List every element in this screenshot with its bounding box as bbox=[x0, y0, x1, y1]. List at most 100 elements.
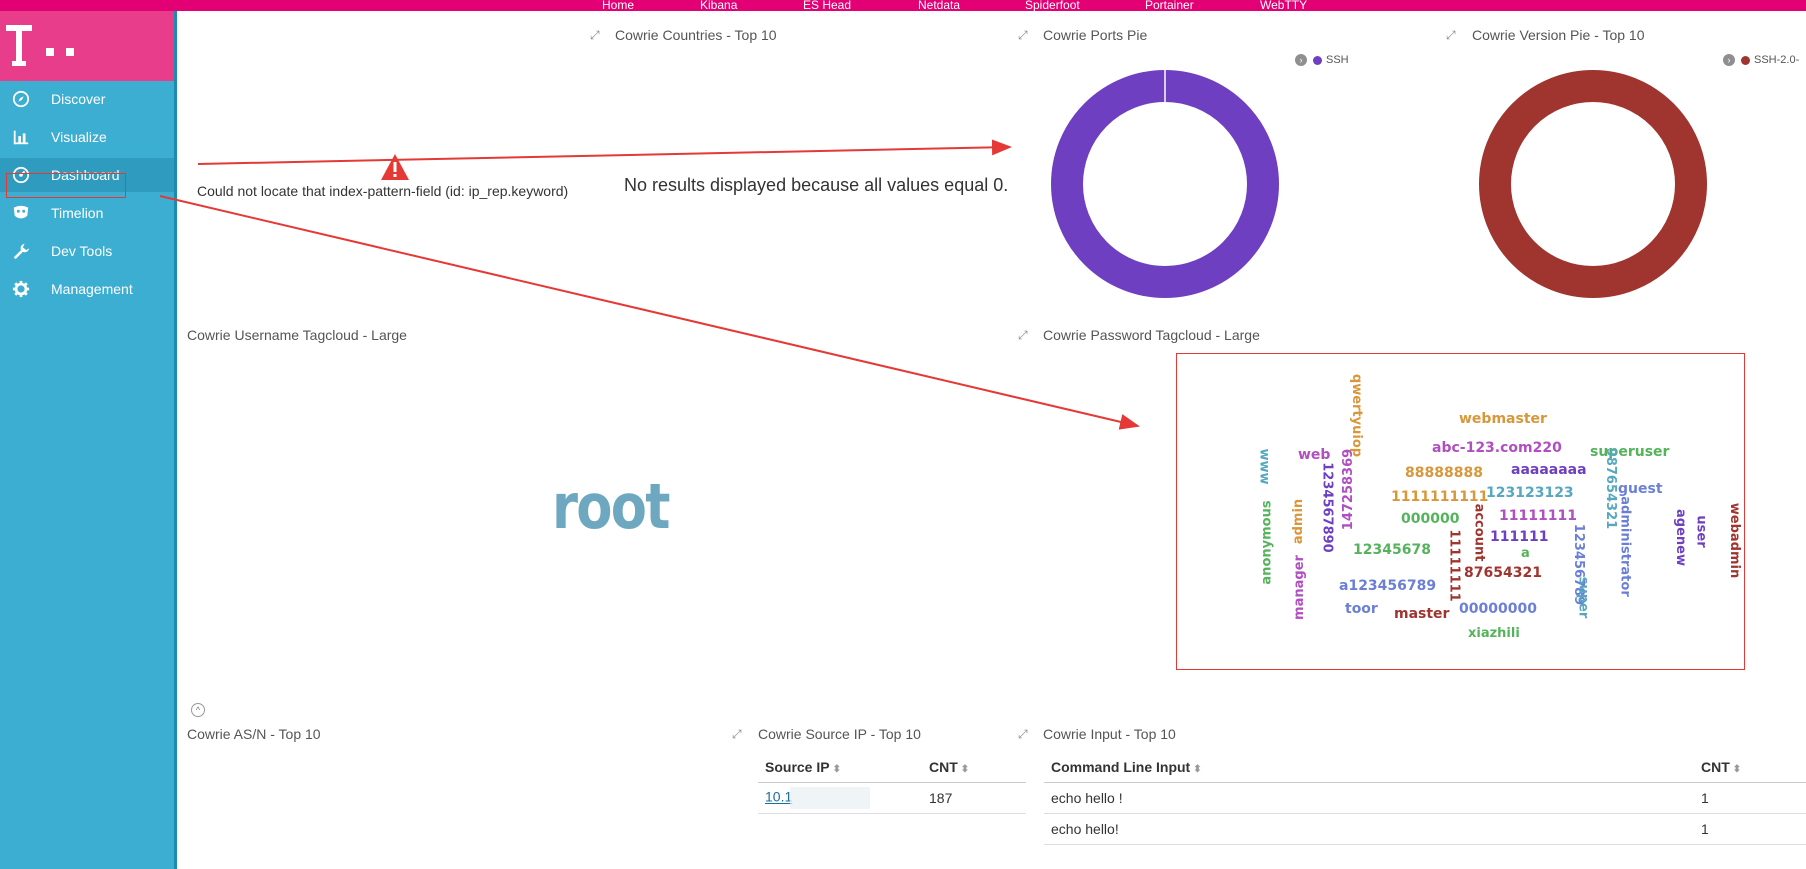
version-donut-chart bbox=[1479, 70, 1707, 298]
nav-webtty[interactable]: WebTTY bbox=[1260, 0, 1307, 12]
nav-es-head[interactable]: ES Head bbox=[803, 0, 851, 12]
collapse-toggle-icon[interactable]: ^ bbox=[191, 703, 205, 717]
table-header-row: Source IP ⬍ CNT ⬍ bbox=[758, 752, 1026, 783]
tagcloud-word[interactable]: 987654321 bbox=[1603, 448, 1618, 529]
panel-title-ports: Cowrie Ports Pie bbox=[1043, 27, 1148, 43]
tagcloud-word[interactable]: 000000 bbox=[1401, 511, 1459, 527]
tagcloud-word[interactable]: a123456789 bbox=[1339, 578, 1436, 594]
expand-icon[interactable]: ⤢ bbox=[1018, 727, 1028, 742]
column-header-source-ip[interactable]: Source IP ⬍ bbox=[758, 752, 922, 783]
tagcloud-word[interactable]: 123123123 bbox=[1486, 485, 1574, 501]
table-cell-cnt: 187 bbox=[922, 782, 1026, 814]
legend-toggle-icon[interactable]: › bbox=[1723, 54, 1735, 66]
nav-kibana[interactable]: Kibana bbox=[700, 0, 737, 12]
source-ip-link[interactable]: 10.1 bbox=[765, 789, 792, 805]
top-nav: Home Kibana ES Head Netdata Spiderfoot P… bbox=[0, 0, 1806, 12]
tagcloud-word[interactable]: abc-123.com220 bbox=[1432, 440, 1562, 456]
table-cell-cnt: 1 bbox=[1694, 782, 1806, 814]
telekom-t-logo bbox=[6, 25, 32, 69]
dashboard-highlight-box bbox=[6, 173, 126, 198]
tagcloud-word[interactable]: web bbox=[1298, 447, 1330, 463]
annotation-arrow bbox=[159, 195, 1140, 430]
tagcloud-word[interactable]: toor bbox=[1345, 601, 1378, 617]
tagcloud-word[interactable]: 00000000 bbox=[1459, 601, 1537, 617]
sort-icon: ⬍ bbox=[832, 764, 841, 775]
column-header-cnt[interactable]: CNT ⬍ bbox=[1694, 752, 1806, 783]
legend-swatch bbox=[1741, 55, 1750, 65]
expand-icon[interactable]: ⤢ bbox=[1018, 28, 1028, 43]
table-cell-command: echo hello ! bbox=[1044, 782, 1694, 814]
column-header-cnt[interactable]: CNT ⬍ bbox=[922, 752, 1026, 783]
tagcloud-word[interactable]: webadmin bbox=[1727, 503, 1742, 578]
tagcloud-word[interactable]: super bbox=[1575, 577, 1590, 619]
tagcloud-word[interactable]: account bbox=[1471, 504, 1486, 562]
tagcloud-word[interactable]: superuser bbox=[1590, 444, 1669, 460]
legend-label: SSH bbox=[1326, 54, 1349, 66]
nav-spiderfoot[interactable]: Spiderfoot bbox=[1025, 0, 1080, 12]
expand-icon[interactable]: ⤢ bbox=[732, 727, 742, 742]
sort-icon: ⬍ bbox=[960, 764, 970, 775]
tagcloud-word[interactable]: xiazhili bbox=[1468, 626, 1520, 641]
tagcloud-word[interactable]: www bbox=[1257, 448, 1272, 484]
table-row: echo hello! 1 bbox=[1044, 813, 1806, 845]
tagcloud-word[interactable]: qwertyuiop bbox=[1349, 374, 1364, 457]
tagcloud-word[interactable]: 147258369 bbox=[1341, 449, 1356, 530]
version-legend[interactable]: › SSH-2.0- bbox=[1723, 54, 1799, 66]
legend-toggle-icon[interactable]: › bbox=[1295, 54, 1307, 66]
tagcloud-word[interactable]: 88888888 bbox=[1405, 465, 1483, 481]
table-row: echo hello ! 1 bbox=[1044, 782, 1806, 814]
tagcloud-word[interactable]: 11111111 bbox=[1447, 529, 1462, 601]
tagcloud-word[interactable]: administrator bbox=[1618, 496, 1633, 596]
sidebar-item-label: Visualize bbox=[51, 129, 107, 145]
table-cell-command: echo hello! bbox=[1044, 813, 1694, 845]
source-ip-table: Source IP ⬍ CNT ⬍ 10.1 187 bbox=[758, 752, 1026, 814]
tagcloud-word[interactable]: root bbox=[552, 470, 671, 543]
panel-title-input: Cowrie Input - Top 10 bbox=[1043, 726, 1176, 742]
panel-title-password: Cowrie Password Tagcloud - Large bbox=[1043, 327, 1260, 343]
nav-netdata[interactable]: Netdata bbox=[918, 0, 960, 12]
tagcloud-word[interactable]: anonymous bbox=[1260, 500, 1275, 584]
nav-portainer[interactable]: Portainer bbox=[1145, 0, 1194, 12]
compass-icon bbox=[11, 89, 31, 109]
table-cell-cnt: 1 bbox=[1694, 813, 1806, 845]
brand-logo[interactable] bbox=[0, 11, 174, 81]
tagcloud-word[interactable]: webmaster bbox=[1459, 411, 1547, 427]
tagcloud-word[interactable]: 11111111 bbox=[1499, 508, 1577, 524]
sidebar-item-dev-tools[interactable]: Dev Tools bbox=[0, 234, 174, 268]
ports-donut-chart bbox=[1051, 70, 1279, 298]
tagcloud-word[interactable]: aaaaaaaa bbox=[1511, 462, 1587, 478]
legend-swatch bbox=[1313, 55, 1322, 65]
tagcloud-word[interactable]: a bbox=[1521, 546, 1530, 561]
bar-chart-icon bbox=[11, 127, 31, 147]
tagcloud-word[interactable]: admin bbox=[1291, 499, 1306, 544]
tagcloud-word[interactable]: master bbox=[1394, 606, 1449, 622]
nav-home[interactable]: Home bbox=[602, 0, 634, 12]
sort-icon: ⬍ bbox=[1193, 764, 1202, 775]
gear-icon bbox=[11, 279, 31, 299]
tagcloud-word[interactable]: user bbox=[1694, 515, 1709, 547]
sidebar-item-discover[interactable]: Discover bbox=[0, 82, 174, 116]
tagcloud-word[interactable]: 111111 bbox=[1490, 529, 1548, 545]
sort-icon: ⬍ bbox=[1732, 764, 1742, 775]
sidebar-item-timelion[interactable]: Timelion bbox=[0, 196, 174, 230]
tagcloud-word[interactable]: agenew bbox=[1673, 509, 1688, 566]
wrench-icon bbox=[11, 241, 31, 261]
column-header-command[interactable]: Command Line Input ⬍ bbox=[1044, 752, 1694, 783]
ports-legend[interactable]: › SSH bbox=[1295, 54, 1349, 66]
tagcloud-word[interactable]: 12345678 bbox=[1353, 542, 1431, 558]
tagcloud-word[interactable]: manager bbox=[1292, 555, 1307, 620]
expand-icon[interactable]: ⤢ bbox=[1018, 328, 1028, 343]
table-header-row: Command Line Input ⬍ CNT ⬍ bbox=[1044, 752, 1806, 783]
panel-title-countries: Cowrie Countries - Top 10 bbox=[615, 27, 777, 43]
tagcloud-word[interactable]: 87654321 bbox=[1464, 565, 1542, 581]
expand-icon[interactable]: ⤢ bbox=[1446, 28, 1456, 43]
panel-title-version: Cowrie Version Pie - Top 10 bbox=[1472, 27, 1645, 43]
sidebar-item-management[interactable]: Management bbox=[0, 272, 174, 306]
no-results-message: No results displayed because all values … bbox=[624, 175, 1009, 195]
tagcloud-word[interactable]: guest bbox=[1618, 481, 1663, 497]
panel-title-asn: Cowrie AS/N - Top 10 bbox=[187, 726, 321, 742]
tagcloud-word[interactable]: 1234567890 bbox=[1320, 462, 1335, 552]
expand-icon[interactable]: ⤢ bbox=[590, 28, 600, 43]
sidebar-item-visualize[interactable]: Visualize bbox=[0, 120, 174, 154]
table-row: 10.1 187 bbox=[758, 782, 1026, 814]
